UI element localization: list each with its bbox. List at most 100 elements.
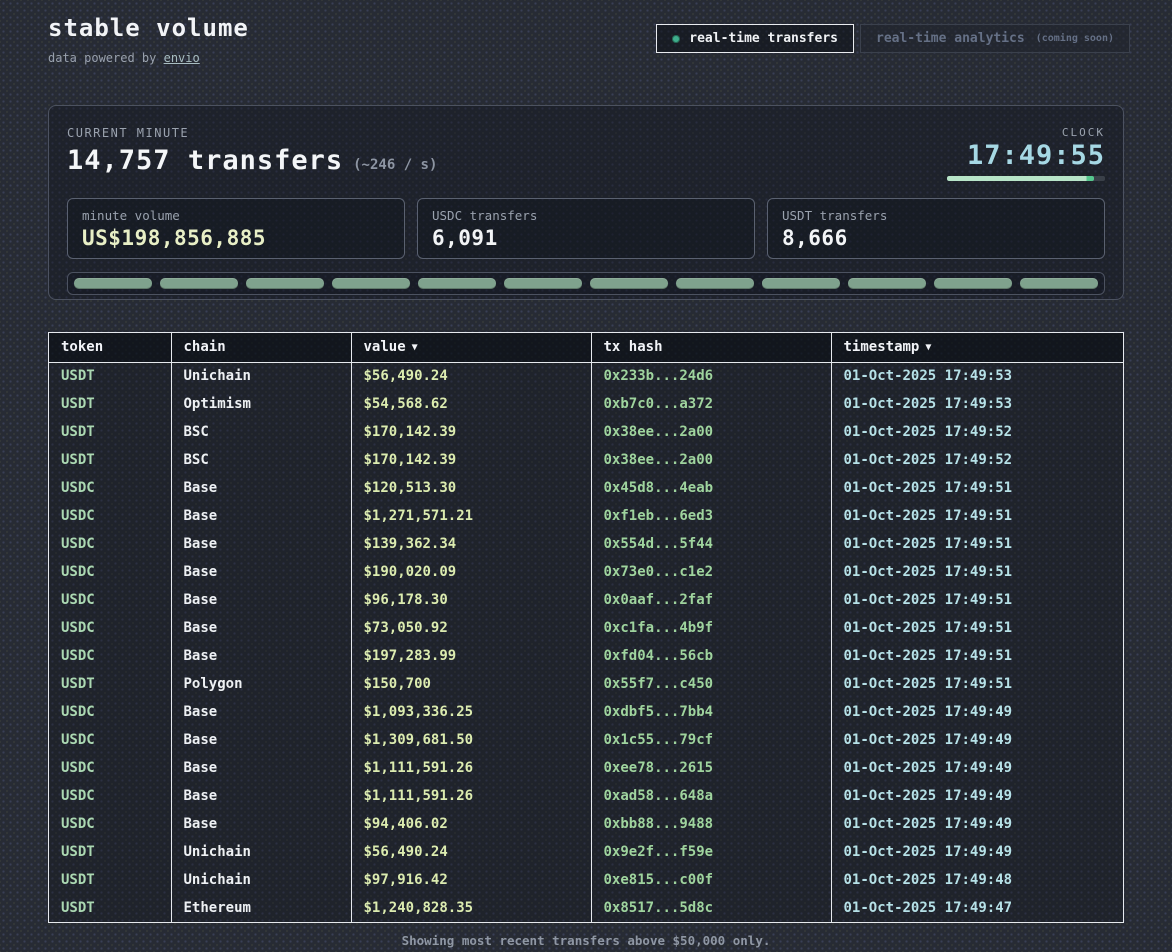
timestamp-cell: 01-Oct-2025 17:49:49 — [831, 698, 1123, 726]
timestamp-cell: 01-Oct-2025 17:49:51 — [831, 614, 1123, 642]
chain-cell: Optimism — [171, 390, 351, 418]
coming-soon-badge: (coming soon) — [1036, 33, 1114, 44]
chain-cell: BSC — [171, 418, 351, 446]
tx-hash-link[interactable]: 0x1c55...79cf — [591, 726, 831, 754]
minute-segment — [504, 278, 582, 289]
transfers-count: 14,757 transfers — [67, 145, 343, 176]
token-cell: USDC — [49, 698, 171, 726]
token-cell: USDC — [49, 810, 171, 838]
tx-hash-link[interactable]: 0x9e2f...f59e — [591, 838, 831, 866]
table-row: USDCBase$1,271,571.210xf1eb...6ed301-Oct… — [49, 502, 1123, 530]
tx-hash-link[interactable]: 0x554d...5f44 — [591, 530, 831, 558]
column-header-timestamp[interactable]: timestamp▼ — [831, 333, 1123, 362]
value-cell: $1,111,591.26 — [351, 782, 591, 810]
tx-hash-link[interactable]: 0x45d8...4eab — [591, 474, 831, 502]
table-row: USDCBase$190,020.090x73e0...c1e201-Oct-2… — [49, 558, 1123, 586]
tx-hash-link[interactable]: 0x73e0...c1e2 — [591, 558, 831, 586]
value-cell: $1,240,828.35 — [351, 894, 591, 922]
token-cell: USDT — [49, 838, 171, 866]
subtitle-text: data powered by — [48, 51, 164, 65]
chain-cell: Base — [171, 502, 351, 530]
subtitle: data powered by envio — [48, 51, 249, 65]
tx-hash-link[interactable]: 0xfd04...56cb — [591, 642, 831, 670]
tx-hash-link[interactable]: 0xb7c0...a372 — [591, 390, 831, 418]
timestamp-cell: 01-Oct-2025 17:49:53 — [831, 390, 1123, 418]
value-cell: $96,178.30 — [351, 586, 591, 614]
table-row: USDCBase$139,362.340x554d...5f4401-Oct-2… — [49, 530, 1123, 558]
token-cell: USDT — [49, 362, 171, 390]
table-row: USDTUnichain$56,490.240x233b...24d601-Oc… — [49, 362, 1123, 390]
tx-hash-link[interactable]: 0xad58...648a — [591, 782, 831, 810]
tx-hash-link[interactable]: 0xe815...c00f — [591, 866, 831, 894]
tx-hash-link[interactable]: 0xee78...2615 — [591, 754, 831, 782]
timestamp-cell: 01-Oct-2025 17:49:51 — [831, 474, 1123, 502]
chain-cell: Unichain — [171, 866, 351, 894]
transfers-table: token chain value▼ tx hash timestamp▼ US… — [49, 333, 1123, 922]
value-cell: $54,568.62 — [351, 390, 591, 418]
current-minute-panel: CURRENT MINUTE 14,757 transfers (~246 / … — [48, 105, 1124, 300]
tx-hash-link[interactable]: 0x233b...24d6 — [591, 362, 831, 390]
table-row: USDTEthereum$1,240,828.350x8517...5d8c01… — [49, 894, 1123, 922]
minute-segment — [1020, 278, 1098, 289]
tx-hash-link[interactable]: 0xc1fa...4b9f — [591, 614, 831, 642]
timestamp-cell: 01-Oct-2025 17:49:53 — [831, 362, 1123, 390]
transfers-count-line: 14,757 transfers (~246 / s) — [67, 145, 437, 176]
timestamp-cell: 01-Oct-2025 17:49:51 — [831, 642, 1123, 670]
table-row: USDCBase$120,513.300x45d8...4eab01-Oct-2… — [49, 474, 1123, 502]
column-header-token: token — [49, 333, 171, 362]
token-cell: USDT — [49, 670, 171, 698]
token-cell: USDC — [49, 530, 171, 558]
minute-segment — [246, 278, 324, 289]
minute-segment — [934, 278, 1012, 289]
token-cell: USDT — [49, 390, 171, 418]
tx-hash-link[interactable]: 0x8517...5d8c — [591, 894, 831, 922]
table-row: USDTBSC$170,142.390x38ee...2a0001-Oct-20… — [49, 446, 1123, 474]
app-root: stable volume data powered by envio real… — [0, 0, 1172, 952]
tab-real-time-transfers[interactable]: real-time transfers — [656, 24, 854, 53]
live-indicator-dot-icon — [672, 35, 680, 43]
tab-real-time-analytics[interactable]: real-time analytics (coming soon) — [860, 24, 1130, 53]
stat-value: 6,091 — [432, 226, 740, 250]
table-header-row: token chain value▼ tx hash timestamp▼ — [49, 333, 1123, 362]
column-header-chain: chain — [171, 333, 351, 362]
tx-hash-link[interactable]: 0x38ee...2a00 — [591, 446, 831, 474]
current-minute-label: CURRENT MINUTE — [67, 126, 437, 140]
clock-progress-bar — [947, 176, 1105, 181]
minute-segment — [74, 278, 152, 289]
tx-hash-link[interactable]: 0x55f7...c450 — [591, 670, 831, 698]
chain-cell: Base — [171, 474, 351, 502]
chain-cell: Unichain — [171, 362, 351, 390]
timestamp-cell: 01-Oct-2025 17:49:49 — [831, 810, 1123, 838]
minute-segment — [676, 278, 754, 289]
value-cell: $170,142.39 — [351, 418, 591, 446]
column-header-tx-hash: tx hash — [591, 333, 831, 362]
table-body: USDTUnichain$56,490.240x233b...24d601-Oc… — [49, 362, 1123, 922]
table-row: USDCBase$1,093,336.250xdbf5...7bb401-Oct… — [49, 698, 1123, 726]
value-cell: $56,490.24 — [351, 362, 591, 390]
token-cell: USDC — [49, 754, 171, 782]
stat-value: 8,666 — [782, 226, 1090, 250]
timestamp-cell: 01-Oct-2025 17:49:47 — [831, 894, 1123, 922]
title-block: stable volume data powered by envio — [48, 14, 249, 65]
tx-hash-link[interactable]: 0xbb88...9488 — [591, 810, 831, 838]
table-row: USDCBase$1,309,681.500x1c55...79cf01-Oct… — [49, 726, 1123, 754]
tab-label: real-time analytics — [876, 31, 1025, 46]
chain-cell: Base — [171, 642, 351, 670]
clock-block: CLOCK 17:49:55 — [947, 126, 1105, 181]
sort-desc-icon: ▼ — [412, 342, 418, 353]
token-cell: USDT — [49, 866, 171, 894]
chain-cell: Base — [171, 810, 351, 838]
sort-desc-icon: ▼ — [925, 342, 931, 353]
transfers-summary: CURRENT MINUTE 14,757 transfers (~246 / … — [67, 126, 437, 176]
value-cell: $139,362.34 — [351, 530, 591, 558]
value-cell: $120,513.30 — [351, 474, 591, 502]
tx-hash-link[interactable]: 0xf1eb...6ed3 — [591, 502, 831, 530]
tab-bar: real-time transfers real-time analytics … — [656, 24, 1130, 53]
tx-hash-link[interactable]: 0xdbf5...7bb4 — [591, 698, 831, 726]
value-cell: $1,309,681.50 — [351, 726, 591, 754]
tx-hash-link[interactable]: 0x0aaf...2faf — [591, 586, 831, 614]
tx-hash-link[interactable]: 0x38ee...2a00 — [591, 418, 831, 446]
envio-link[interactable]: envio — [164, 51, 200, 65]
column-header-value[interactable]: value▼ — [351, 333, 591, 362]
chain-cell: Polygon — [171, 670, 351, 698]
